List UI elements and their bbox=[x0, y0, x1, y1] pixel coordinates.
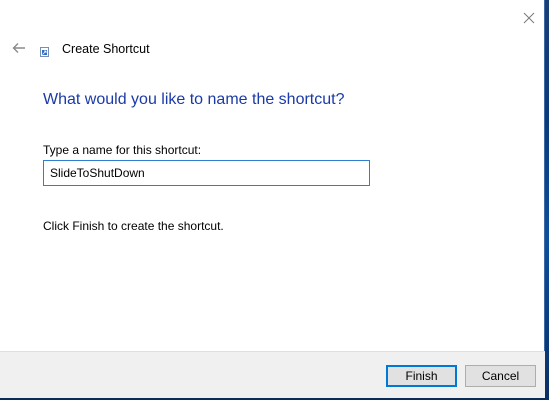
close-icon bbox=[523, 12, 535, 24]
create-shortcut-window: Create Shortcut What would you like to n… bbox=[0, 0, 545, 398]
shortcut-name-label: Type a name for this shortcut: bbox=[43, 143, 202, 157]
wizard-title: Create Shortcut bbox=[62, 42, 150, 56]
button-bar: Finish Cancel bbox=[0, 351, 545, 398]
shortcut-icon bbox=[40, 47, 49, 57]
finish-button[interactable]: Finish bbox=[386, 365, 457, 387]
finish-hint: Click Finish to create the shortcut. bbox=[43, 219, 224, 233]
close-button[interactable] bbox=[516, 6, 542, 30]
desktop-background bbox=[545, 0, 549, 400]
cancel-button[interactable]: Cancel bbox=[465, 365, 536, 387]
shortcut-name-input[interactable] bbox=[43, 160, 370, 186]
back-button[interactable] bbox=[9, 38, 29, 58]
main-instruction: What would you like to name the shortcut… bbox=[43, 91, 345, 108]
back-arrow-icon bbox=[12, 43, 25, 53]
